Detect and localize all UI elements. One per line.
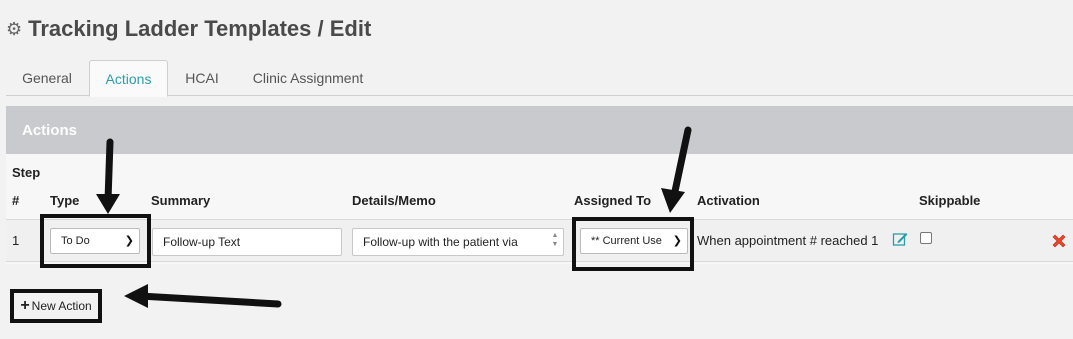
arrow-left-new-action bbox=[124, 284, 282, 308]
arrow-down-type bbox=[96, 138, 120, 214]
annotation-arrows bbox=[96, 126, 692, 308]
arrow-down-assigned bbox=[661, 126, 692, 213]
